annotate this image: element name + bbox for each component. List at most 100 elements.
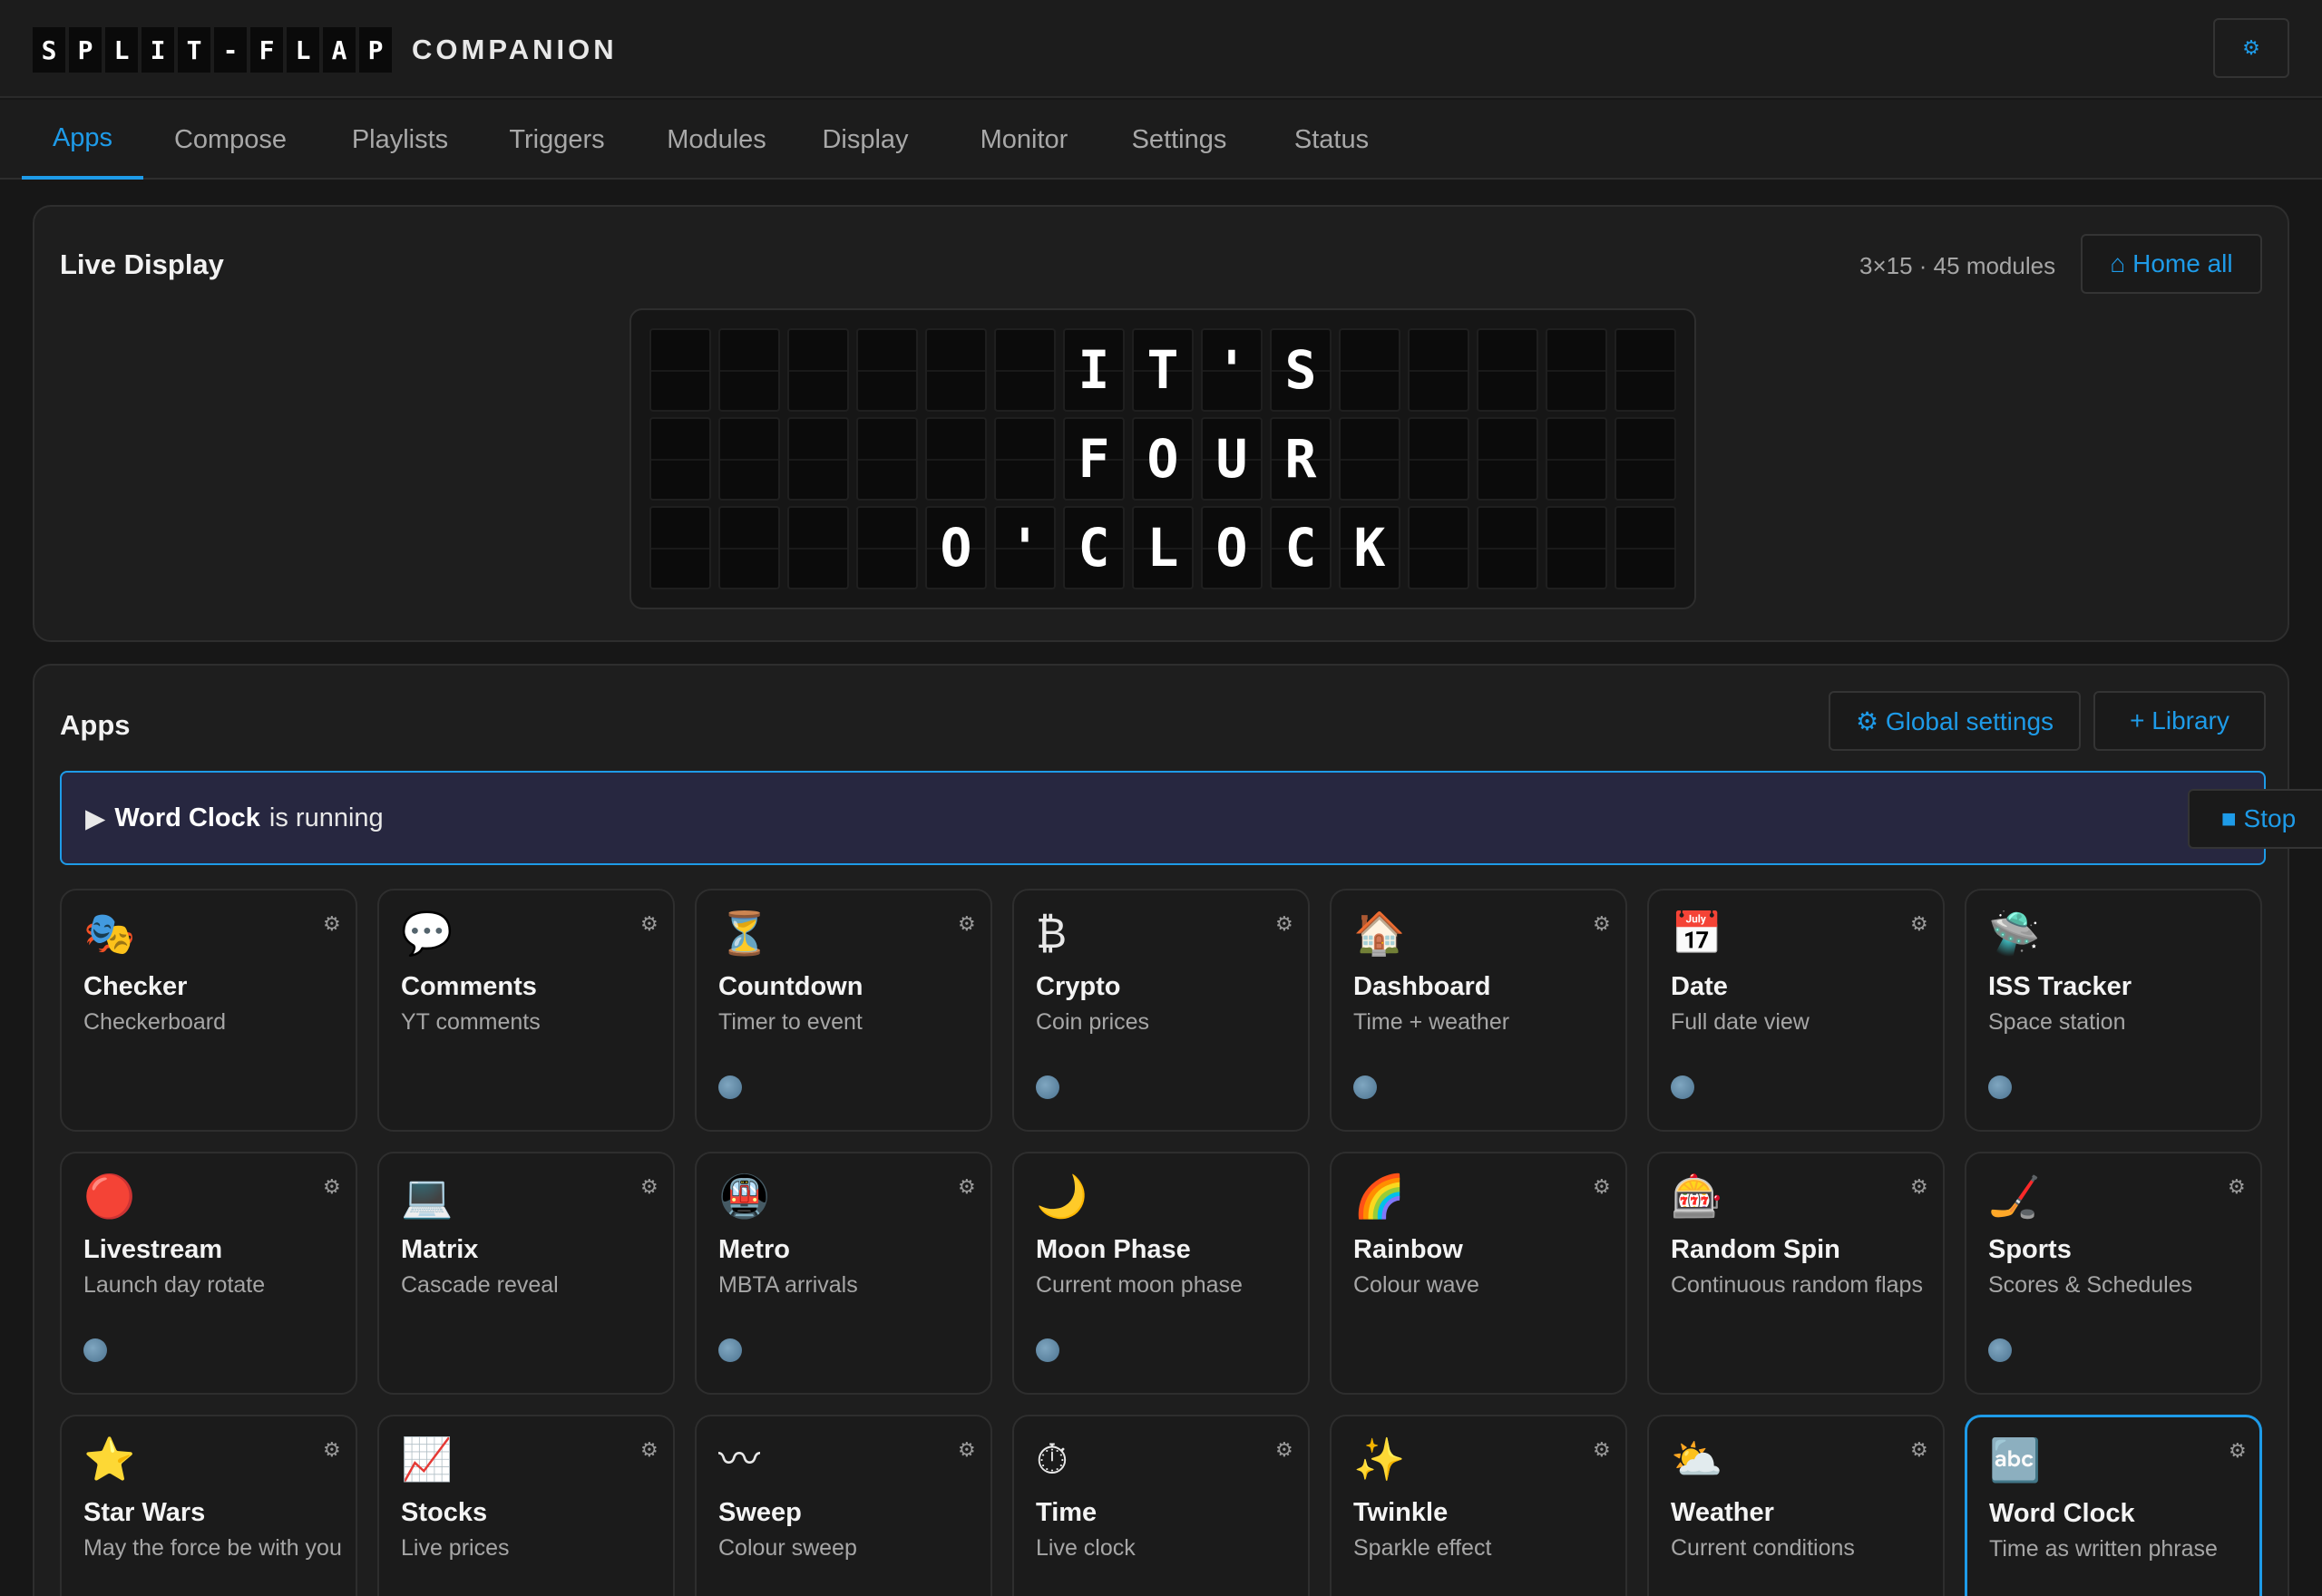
gear-icon[interactable]: ⚙: [1910, 1175, 1928, 1199]
flap-module: O: [925, 506, 987, 589]
globe-icon: [718, 1338, 742, 1362]
stop-button[interactable]: ■ Stop: [2188, 789, 2322, 849]
flap-module: O: [1132, 417, 1194, 501]
flap-character: T: [1146, 339, 1179, 401]
app-card-dashboard[interactable]: 🏠 ⚙ Dashboard Time + weather: [1330, 889, 1627, 1132]
app-name: Weather: [1671, 1498, 1774, 1527]
split-flap-board: I T ' S F O U R O ' C L O C K: [629, 308, 1696, 609]
gear-icon[interactable]: ⚙: [640, 1438, 659, 1462]
flap-module: S: [1270, 328, 1332, 412]
tab-triggers[interactable]: Triggers: [490, 100, 624, 180]
app-name: Crypto: [1036, 972, 1121, 1001]
app-card-time[interactable]: ⏱ ⚙ Time Live clock: [1012, 1415, 1310, 1596]
app-card-crypto[interactable]: ₿ ⚙ Crypto Coin prices: [1012, 889, 1310, 1132]
app-description: Timer to event: [718, 1009, 863, 1035]
app-name: Stocks: [401, 1498, 488, 1527]
gear-icon[interactable]: ⚙: [323, 1438, 341, 1462]
running-app-name: Word Clock: [114, 803, 260, 832]
flap-module: [856, 506, 918, 589]
flap-module: [994, 417, 1056, 501]
gear-icon[interactable]: ⚙: [1275, 912, 1293, 936]
gear-icon[interactable]: ⚙: [1910, 912, 1928, 936]
flap-character: ': [1009, 517, 1041, 579]
app-description: Space station: [1988, 1009, 2126, 1035]
app-card-star-wars[interactable]: ⭐ ⚙ Star Wars May the force be with you: [60, 1415, 357, 1596]
app-card-sweep[interactable]: 〰 ⚙ Sweep Colour sweep: [695, 1415, 992, 1596]
gear-icon[interactable]: ⚙: [1593, 1175, 1611, 1199]
tab-compose[interactable]: Compose: [149, 100, 312, 180]
app-description: Colour sweep: [718, 1535, 857, 1561]
logo-tile: T: [178, 27, 210, 73]
time-icon: ⏱: [1036, 1435, 1068, 1484]
app-card-iss-tracker[interactable]: 🛸 ISS Tracker Space station: [1965, 889, 2262, 1132]
gear-icon[interactable]: ⚙: [640, 912, 659, 936]
tab-apps[interactable]: Apps: [22, 100, 143, 180]
gear-icon[interactable]: ⚙: [958, 1438, 976, 1462]
app-card-random-spin[interactable]: 🎰 ⚙ Random Spin Continuous random flaps: [1647, 1152, 1945, 1395]
app-card-date[interactable]: 📅 ⚙ Date Full date view: [1647, 889, 1945, 1132]
tab-modules[interactable]: Modules: [644, 100, 789, 180]
app-card-livestream[interactable]: 🔴 ⚙ Livestream Launch day rotate: [60, 1152, 357, 1395]
live-display-panel: Live Display 3×15 · 45 modules ⌂ Home al…: [33, 205, 2289, 642]
tab-monitor[interactable]: Monitor: [961, 100, 1087, 180]
tab-playlists[interactable]: Playlists: [332, 100, 468, 180]
app-card-countdown[interactable]: ⏳ ⚙ Countdown Timer to event: [695, 889, 992, 1132]
app-card-weather[interactable]: ⛅ ⚙ Weather Current conditions: [1647, 1415, 1945, 1596]
livestream-icon: 🔴: [83, 1172, 136, 1221]
app-card-rainbow[interactable]: 🌈 ⚙ Rainbow Colour wave: [1330, 1152, 1627, 1395]
logo-tile: L: [105, 27, 138, 73]
app-card-matrix[interactable]: 💻 ⚙ Matrix Cascade reveal: [377, 1152, 675, 1395]
gear-icon[interactable]: ⚙: [1593, 1438, 1611, 1462]
app-logo[interactable]: SPLIT-FLAP COMPANION: [33, 27, 618, 73]
flap-module: [856, 328, 918, 412]
app-card-metro[interactable]: 🚇 ⚙ Metro MBTA arrivals: [695, 1152, 992, 1395]
gear-icon[interactable]: ⚙: [1275, 1438, 1293, 1462]
flap-module: R: [1270, 417, 1332, 501]
app-card-twinkle[interactable]: ✨ ⚙ Twinkle Sparkle effect: [1330, 1415, 1627, 1596]
running-app-banner: ▶ Word Clock is running ■ Stop: [60, 771, 2322, 865]
flap-character: O: [1215, 517, 1248, 579]
app-name: Matrix: [401, 1235, 479, 1264]
app-name: Date: [1671, 972, 1728, 1001]
library-button[interactable]: + Library: [2093, 691, 2266, 751]
tab-display[interactable]: Display: [809, 100, 922, 180]
app-card-sports[interactable]: 🏒 ⚙ Sports Scores & Schedules: [1965, 1152, 2262, 1395]
play-icon: ▶: [85, 803, 106, 833]
gear-icon[interactable]: ⚙: [2228, 1175, 2246, 1199]
gear-icon[interactable]: ⚙: [1910, 1438, 1928, 1462]
gear-icon[interactable]: ⚙: [323, 1175, 341, 1199]
sweep-icon: 〰: [718, 1435, 760, 1484]
app-card-stocks[interactable]: 📈 ⚙ Stocks Live prices: [377, 1415, 675, 1596]
app-description: Live prices: [401, 1535, 510, 1561]
comments-icon: 💬: [401, 909, 454, 958]
app-name: Dashboard: [1353, 972, 1491, 1001]
apps-panel: Apps ⚙ Global settings + Library ▶ Word …: [33, 664, 2322, 1596]
flap-module: [925, 417, 987, 501]
app-card-moon-phase[interactable]: 🌙 Moon Phase Current moon phase: [1012, 1152, 1310, 1395]
app-card-checker[interactable]: 🎭 ⚙ Checker Checkerboard: [60, 889, 357, 1132]
tab-settings[interactable]: Settings: [1112, 100, 1246, 180]
running-status: ▶ Word Clock is running: [85, 773, 384, 863]
running-suffix: is running: [268, 803, 384, 832]
home-all-button[interactable]: ⌂ Home all: [2081, 234, 2262, 294]
stocks-icon: 📈: [401, 1435, 454, 1484]
gear-icon[interactable]: ⚙: [958, 912, 976, 936]
twinkle-icon: ✨: [1353, 1435, 1406, 1484]
globe-icon: [1671, 1075, 1694, 1099]
app-card-comments[interactable]: 💬 ⚙ Comments YT comments: [377, 889, 675, 1132]
gear-icon[interactable]: ⚙: [1593, 912, 1611, 936]
tab-status[interactable]: Status: [1275, 100, 1388, 180]
gear-icon: ⚙: [2242, 36, 2260, 59]
app-card-word-clock[interactable]: 🔤 ⚙ Word Clock Time as written phrase: [1965, 1415, 2262, 1596]
gear-icon[interactable]: ⚙: [640, 1175, 659, 1199]
flap-character: O: [1146, 428, 1179, 490]
gear-icon[interactable]: ⚙: [323, 912, 341, 936]
flap-character: O: [940, 517, 972, 579]
logo-tile: I: [141, 27, 174, 73]
settings-gear-button[interactable]: ⚙: [2213, 18, 2289, 78]
flap-character: S: [1284, 339, 1317, 401]
gear-icon[interactable]: ⚙: [958, 1175, 976, 1199]
global-settings-button[interactable]: ⚙ Global settings: [1829, 691, 2081, 751]
gear-icon[interactable]: ⚙: [2229, 1439, 2247, 1463]
flap-module: [649, 328, 711, 412]
